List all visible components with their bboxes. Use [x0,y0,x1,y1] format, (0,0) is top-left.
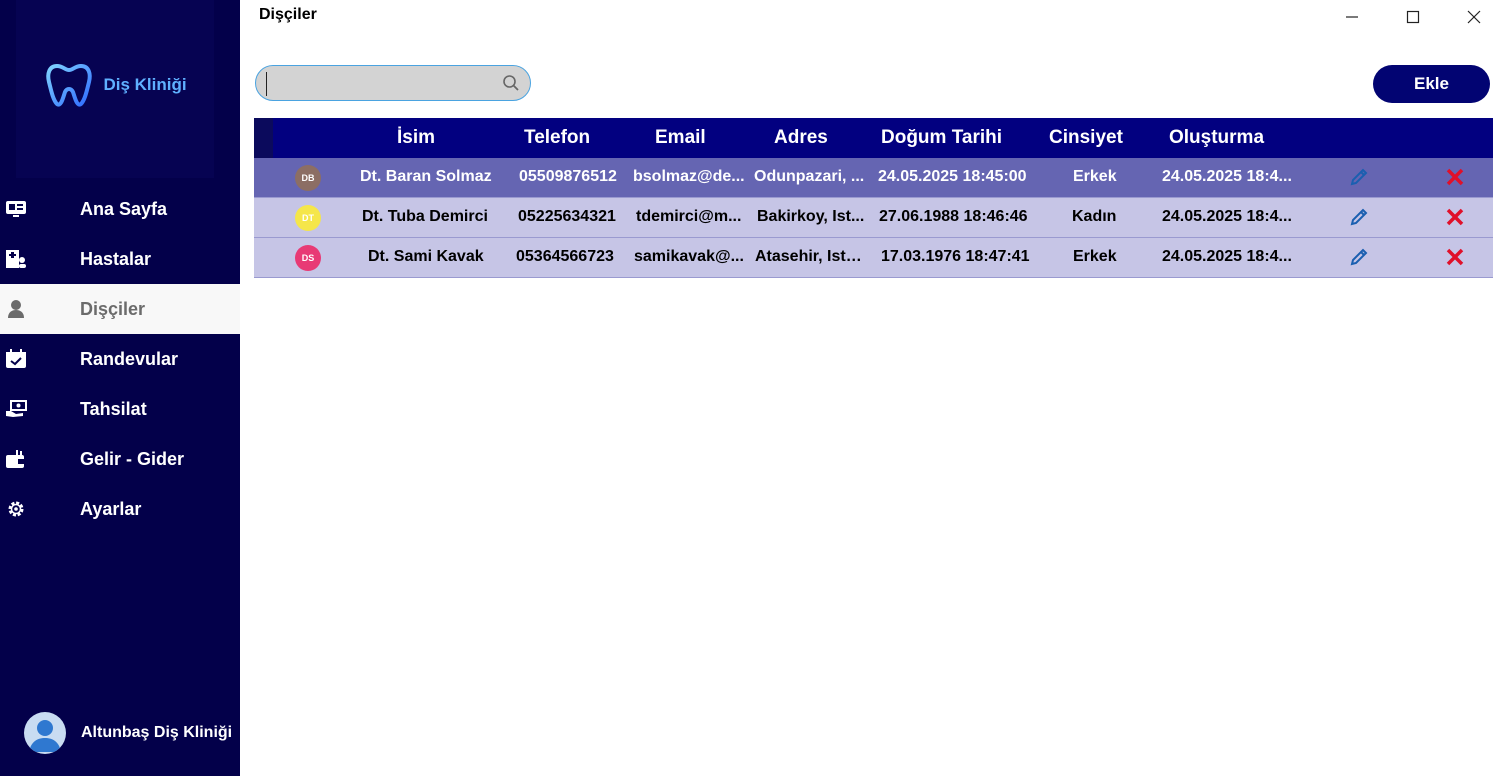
delete-x-icon [1446,208,1464,226]
column-header-adres[interactable]: Adres [774,127,828,149]
cell-email: tdemirci@m... [636,208,742,225]
sidebar-item-tahsilat[interactable]: Tahsilat [0,384,240,434]
edit-button[interactable] [1349,167,1369,192]
sidebar-item-ana-sayfa[interactable]: Ana Sayfa [0,184,240,234]
tooth-icon [46,63,93,107]
column-header-dogum-tarihi[interactable]: Doğum Tarihi [881,127,1002,149]
sidebar-item-hastalar[interactable]: Hastalar [0,234,240,284]
sidebar-item-label: Ayarlar [80,498,142,519]
wallet-icon [5,449,27,469]
sidebar-item-gelir-gider[interactable]: Gelir - Gider [0,434,240,484]
cell-gender: Erkek [1073,248,1117,265]
dentists-table: İsim Telefon Email Adres Doğum Tarihi Ci… [254,118,1493,278]
sidebar-item-label: Hastalar [80,248,152,269]
sidebar-item-label: Randevular [80,348,179,369]
search-input[interactable] [266,72,501,96]
search-box [255,65,531,101]
close-button[interactable] [1459,6,1489,28]
cell-email: samikavak@... [634,248,744,265]
column-header-olusturma[interactable]: Oluşturma [1169,127,1264,149]
initials-badge: DS [295,245,321,271]
patients-icon [5,249,27,269]
sidebar-item-label: Tahsilat [80,398,147,419]
table-row[interactable]: DT Dt. Tuba Demirci 05225634321 tdemirci… [254,198,1493,238]
pencil-icon [1350,208,1368,226]
sidebar-item-label: Gelir - Gider [80,448,185,469]
maximize-button[interactable] [1398,6,1428,28]
sidebar-item-label: Dişçiler [80,298,146,319]
edit-button[interactable] [1349,207,1369,232]
close-icon [1467,10,1481,24]
cell-name: Dt. Baran Solmaz [360,168,492,185]
sidebar: Diş Kliniği Ana Sayfa Hastalar Dişçiler [0,0,240,776]
cell-gender: Erkek [1073,168,1117,185]
add-button[interactable]: Ekle [1373,65,1490,103]
minimize-icon [1346,16,1358,18]
cell-phone: 05225634321 [518,208,616,225]
edit-button[interactable] [1349,247,1369,272]
sidebar-item-randevular[interactable]: Randevular [0,334,240,384]
cell-email: bsolmaz@de... [633,168,745,185]
cell-birth-date: 24.05.2025 18:45:00 [878,168,1027,185]
logo-text: Diş Kliniği [103,75,187,94]
cell-address: Bakirkoy, Ist... [757,208,865,225]
payment-icon [5,399,27,419]
delete-x-icon [1446,168,1464,186]
table-row[interactable]: DB Dt. Baran Solmaz 05509876512 bsolmaz@… [254,158,1493,198]
dentist-icon [5,299,27,319]
column-header-cinsiyet[interactable]: Cinsiyet [1049,127,1123,149]
logo: Diş Kliniği [16,0,214,178]
gear-icon [5,499,27,519]
avatar [24,712,66,754]
cell-birth-date: 17.03.1976 18:47:41 [881,248,1030,265]
pencil-icon [1350,168,1368,186]
user-name: Altunbaş Diş Kliniği [81,724,233,741]
cell-gender: Kadın [1072,208,1117,225]
column-header-isim[interactable]: İsim [397,127,435,149]
dashboard-icon [5,199,27,219]
minimize-button[interactable] [1337,6,1367,28]
maximize-icon [1406,10,1420,24]
cell-name: Dt. Tuba Demirci [362,208,488,225]
column-header-telefon[interactable]: Telefon [524,127,590,149]
pencil-icon [1350,248,1368,266]
cell-birth-date: 27.06.1988 18:46:46 [879,208,1028,225]
table-row[interactable]: DS Dt. Sami Kavak 05364566723 samikavak@… [254,238,1493,278]
page-title: Dişçiler [259,6,317,23]
delete-x-icon [1446,248,1464,266]
delete-button[interactable] [1445,167,1465,192]
delete-button[interactable] [1445,207,1465,232]
search-icon[interactable] [502,74,520,92]
cell-phone: 05364566723 [516,248,614,265]
cell-address: Atasehir, Ista... [755,248,867,265]
column-header-email[interactable]: Email [655,127,706,149]
row-header-stub [254,118,273,158]
table-header: İsim Telefon Email Adres Doğum Tarihi Ci… [254,118,1493,158]
initials-badge: DT [295,205,321,231]
cell-phone: 05509876512 [519,168,617,185]
initials-badge: DB [295,165,321,191]
cell-address: Odunpazari, ... [754,168,865,185]
calendar-icon [5,349,27,369]
sidebar-item-discilar[interactable]: Dişçiler [0,284,240,334]
sidebar-item-ayarlar[interactable]: Ayarlar [0,484,240,534]
user-profile[interactable]: Altunbaş Diş Kliniği [24,712,232,754]
sidebar-nav: Ana Sayfa Hastalar Dişçiler Randevular T… [0,184,240,534]
cell-created: 24.05.2025 18:4... [1162,168,1292,185]
delete-button[interactable] [1445,247,1465,272]
cell-created: 24.05.2025 18:4... [1162,208,1292,225]
cell-name: Dt. Sami Kavak [368,248,484,265]
cell-created: 24.05.2025 18:4... [1162,248,1292,265]
sidebar-item-label: Ana Sayfa [80,198,168,219]
